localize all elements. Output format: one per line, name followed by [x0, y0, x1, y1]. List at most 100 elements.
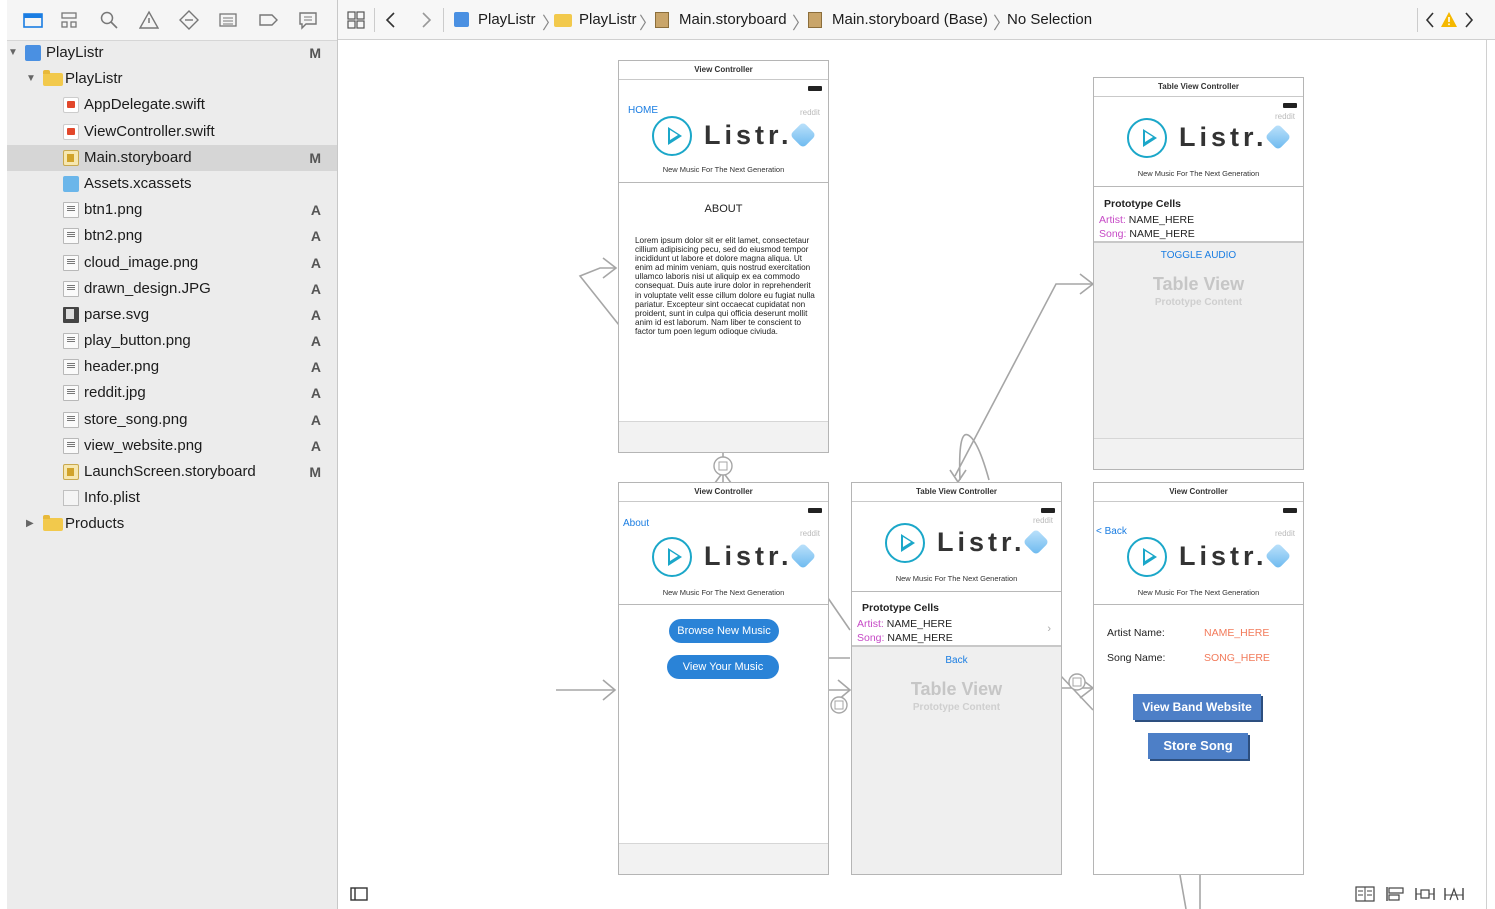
back-nav-link[interactable]: < Back	[1096, 526, 1127, 537]
tagline: New Music For The Next Generation	[662, 165, 785, 174]
crumb-localization[interactable]: Main.storyboard (Base)	[832, 11, 988, 28]
file-row[interactable]: reddit.jpg A	[7, 380, 337, 406]
prototype-cell-song[interactable]: Song: NAME_HERE	[1099, 228, 1195, 240]
file-name: PlayListr	[65, 70, 123, 88]
folder-icon[interactable]	[23, 10, 43, 30]
file-name: ViewController.swift	[84, 122, 215, 140]
file-name: btn2.png	[84, 227, 143, 245]
file-row[interactable]: LaunchScreen.storyboard M	[7, 459, 337, 485]
tagline: New Music For The Next Generation	[1137, 588, 1260, 597]
file-name: btn1.png	[84, 201, 143, 219]
file-row[interactable]: ViewController.swift	[7, 119, 337, 145]
navigator-toolbar	[7, 0, 337, 41]
file-row[interactable]: view_website.png A	[7, 433, 337, 459]
hierarchy-icon[interactable]	[59, 10, 79, 30]
file-row[interactable]: play_button.png A	[7, 328, 337, 354]
report-icon[interactable]	[298, 10, 318, 30]
play-circle-icon	[652, 116, 692, 156]
battery-icon	[1283, 508, 1297, 513]
png-file-icon	[63, 437, 79, 454]
crumb-project[interactable]: PlayListr	[478, 11, 536, 28]
forward-chevron-icon[interactable]	[420, 12, 432, 28]
source-control-status: A	[310, 254, 321, 271]
source-control-status: A	[310, 228, 321, 245]
tagline: New Music For The Next Generation	[895, 574, 1018, 583]
pin-icon[interactable]	[1414, 886, 1436, 902]
file-row[interactable]: ▼ PlayListr M	[7, 40, 337, 66]
file-row[interactable]: ▼ PlayListr	[7, 66, 337, 92]
file-row[interactable]: AppDelegate.swift	[7, 92, 337, 118]
document-outline-toggle-icon[interactable]	[350, 887, 368, 901]
crumb-selection[interactable]: No Selection	[1007, 11, 1092, 28]
file-row[interactable]: Info.plist	[7, 485, 337, 511]
next-issue-icon[interactable]	[1464, 12, 1474, 28]
file-row[interactable]: header.png A	[7, 354, 337, 380]
png-file-icon	[63, 228, 79, 245]
previous-issue-icon[interactable]	[1425, 12, 1435, 28]
tagline: New Music For The Next Generation	[1137, 169, 1260, 178]
disclosure-open-icon[interactable]: ▼	[8, 40, 18, 66]
disclosure-closed-icon[interactable]: ▶	[26, 511, 36, 537]
source-control-status: A	[310, 437, 321, 454]
file-name: view_website.png	[84, 436, 203, 454]
scene-table-view-controller-top[interactable]: Table View Controller reddit Listr. New …	[1093, 77, 1304, 470]
reddit-logo: reddit	[1274, 529, 1295, 538]
file-tree: ▼ PlayListr M ▼ PlayListr AppDelegate.swift Vi…	[7, 40, 337, 538]
file-row[interactable]: cloud_image.png A	[7, 250, 337, 276]
crumb-file[interactable]: Main.storyboard	[679, 11, 787, 28]
view-band-website-button[interactable]: View Band Website	[1133, 694, 1261, 720]
logo-wordmark: Listr.	[1179, 541, 1268, 571]
reddit-logo: reddit	[799, 529, 820, 538]
source-control-status: A	[310, 385, 321, 402]
resolve-auto-layout-icon[interactable]	[1443, 886, 1465, 902]
file-name: store_song.png	[84, 410, 188, 428]
file-row[interactable]: Assets.xcassets	[7, 171, 337, 197]
test-icon[interactable]	[179, 10, 199, 30]
file-name: play_button.png	[84, 332, 191, 350]
battery-icon	[1283, 103, 1297, 108]
prototype-cell-song[interactable]: Song: NAME_HERE	[857, 632, 953, 644]
toggle-audio-button[interactable]: TOGGLE AUDIO	[1094, 250, 1303, 261]
file-row[interactable]: btn1.png A	[7, 197, 337, 223]
back-chevron-icon[interactable]	[385, 12, 397, 28]
file-row[interactable]: Main.storyboard M	[7, 144, 337, 171]
align-icon[interactable]	[1385, 886, 1405, 902]
file-row[interactable]: parse.svg A	[7, 302, 337, 328]
prototype-cell-artist[interactable]: Artist: NAME_HERE	[857, 618, 952, 630]
warning-icon[interactable]	[1440, 11, 1458, 28]
storyboard-file-icon	[63, 149, 79, 166]
artist-key: Artist:	[857, 618, 884, 630]
store-song-button[interactable]: Store Song	[1148, 733, 1248, 759]
play-circle-icon	[885, 523, 925, 563]
back-button[interactable]: Back	[852, 655, 1061, 666]
png-file-icon	[63, 280, 79, 297]
scene-detail-view-controller[interactable]: View Controller < Back reddit Listr. New…	[1093, 482, 1304, 875]
about-nav-link[interactable]: About	[623, 518, 649, 529]
storyboard-canvas[interactable]: View Controller HOME reddit Listr. New M…	[338, 40, 1486, 909]
debug-icon[interactable]	[218, 10, 238, 30]
stack-icon[interactable]	[1355, 886, 1375, 902]
view-your-music-button[interactable]: View Your Music	[667, 655, 779, 679]
home-nav-link[interactable]: HOME	[628, 105, 658, 116]
related-items-icon[interactable]	[347, 11, 365, 29]
file-row[interactable]: btn2.png A	[7, 223, 337, 249]
file-row[interactable]: ▶ Products	[7, 511, 337, 537]
prototype-cell-artist[interactable]: Artist: NAME_HERE	[1099, 214, 1194, 226]
disclosure-open-icon[interactable]: ▼	[26, 66, 36, 92]
warning-icon[interactable]	[139, 10, 159, 30]
browse-new-music-button[interactable]: Browse New Music	[669, 619, 779, 643]
reddit-logo: reddit	[799, 108, 820, 117]
source-control-status: A	[310, 333, 321, 350]
divider	[619, 182, 828, 183]
scene-about-view-controller[interactable]: View Controller HOME reddit Listr. New M…	[618, 60, 829, 453]
file-row[interactable]: store_song.png A	[7, 407, 337, 433]
breakpoint-icon[interactable]	[258, 10, 278, 30]
search-icon[interactable]	[99, 10, 119, 30]
crumb-group[interactable]: PlayListr	[579, 11, 637, 28]
scene-table-view-controller[interactable]: Table View Controller reddit Listr. New …	[851, 482, 1062, 875]
file-row[interactable]: drawn_design.JPG A	[7, 276, 337, 302]
artist-key: Artist:	[1099, 214, 1126, 226]
prototype-cells-header: Prototype Cells	[1104, 198, 1182, 210]
scene-home-view-controller[interactable]: View Controller About reddit Listr. New …	[618, 482, 829, 875]
window-edge	[0, 0, 7, 909]
